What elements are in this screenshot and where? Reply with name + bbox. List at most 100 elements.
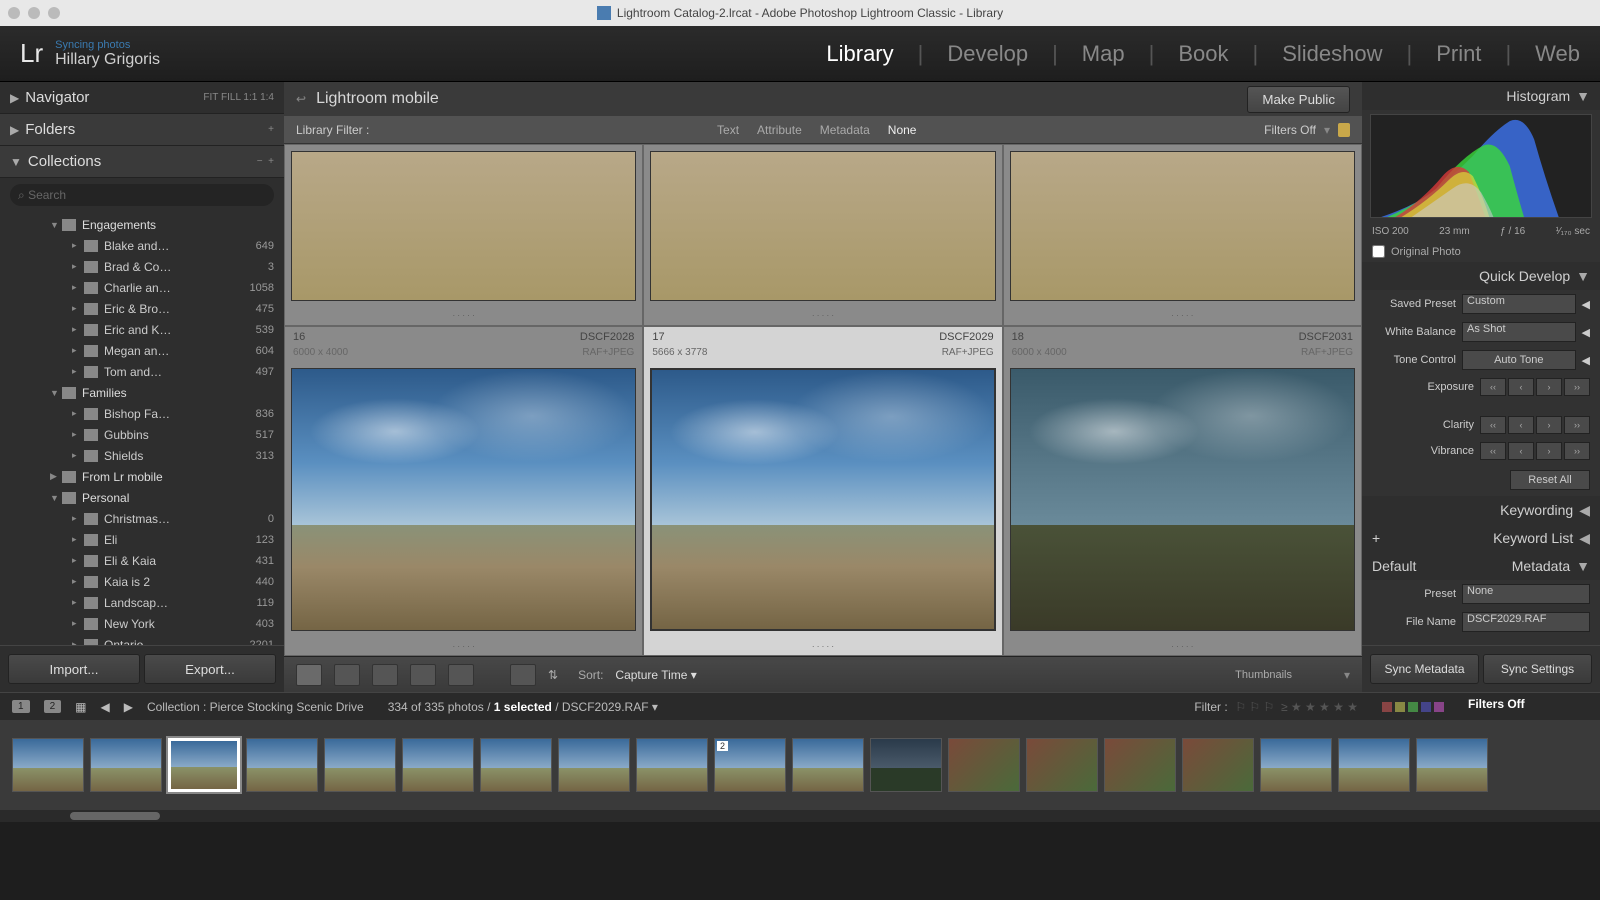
collapse-icon[interactable]: ◀ [1582, 326, 1590, 339]
filmstrip-thumb[interactable] [636, 738, 708, 792]
histogram[interactable] [1370, 114, 1592, 218]
filmstrip-thumb[interactable] [1182, 738, 1254, 792]
tree-item[interactable]: ▸Charlie an…1058 [0, 277, 284, 298]
filter-stars[interactable]: Filter : ⚐ ⚐ ⚐ ≥ ★ ★ ★ ★ ★ [1193, 700, 1358, 714]
compare-view-icon[interactable] [372, 664, 398, 686]
auto-tone-button[interactable]: Auto Tone [1462, 350, 1576, 370]
module-library[interactable]: Library [826, 41, 893, 67]
color-labels[interactable] [1382, 702, 1444, 712]
filmstrip-thumb[interactable] [1026, 738, 1098, 792]
sort-dropdown[interactable]: Capture Time ▾ [615, 668, 696, 682]
filmstrip-thumb[interactable] [12, 738, 84, 792]
tree-item[interactable]: ▸Gubbins517 [0, 424, 284, 445]
plus-icon[interactable]: + [268, 156, 274, 167]
user-name[interactable]: Hillary Grigoris [55, 51, 160, 69]
tree-item[interactable]: ▸Christmas…0 [0, 508, 284, 529]
metadata-header[interactable]: DefaultMetadata▼ [1362, 552, 1600, 580]
tree-item[interactable]: ▸Tom and…497 [0, 361, 284, 382]
preset-select[interactable]: Custom [1462, 294, 1576, 314]
tree-item[interactable]: ▼Engagements [0, 214, 284, 235]
filter-tab-metadata[interactable]: Metadata [820, 123, 870, 137]
grid-cell[interactable]: 17DSCF20295666 x 3778RAF+JPEG· · · · · [643, 326, 1002, 656]
grid-cell[interactable]: 16DSCF20286000 x 4000RAF+JPEG· · · · · [284, 326, 643, 656]
filmstrip-thumb[interactable] [1104, 738, 1176, 792]
collapse-icon[interactable]: ◀ [1582, 354, 1590, 367]
filmstrip-scrollbar[interactable] [0, 810, 1600, 822]
tree-item[interactable]: ▸Shields313 [0, 445, 284, 466]
chevron-down-icon[interactable]: ▾ [1324, 123, 1330, 137]
window-badge[interactable]: 1 [12, 700, 30, 713]
prev-icon[interactable]: ◀ [100, 700, 109, 714]
tree-item[interactable]: ▸Eric & Bro…475 [0, 298, 284, 319]
sort-icon[interactable]: ⇅ [548, 668, 558, 682]
reset-all-button[interactable]: Reset All [1510, 470, 1590, 490]
sync-settings-button[interactable]: Sync Settings [1483, 654, 1592, 684]
make-public-button[interactable]: Make Public [1247, 86, 1350, 113]
tree-item[interactable]: ▸New York403 [0, 613, 284, 634]
module-slideshow[interactable]: Slideshow [1282, 41, 1382, 67]
filter-tab-attribute[interactable]: Attribute [757, 123, 802, 137]
exposure-steppers[interactable]: ‹‹‹››› [1480, 378, 1590, 396]
filmstrip-thumb[interactable] [402, 738, 474, 792]
tree-item[interactable]: ▸Brad & Co…3 [0, 256, 284, 277]
filter-tab-text[interactable]: Text [717, 123, 739, 137]
wb-select[interactable]: As Shot [1462, 322, 1576, 342]
tree-item[interactable]: ▸Megan an…604 [0, 340, 284, 361]
loupe-view-icon[interactable] [334, 664, 360, 686]
filmstrip-thumb[interactable] [246, 738, 318, 792]
metadata-preset-select[interactable]: None [1462, 584, 1590, 604]
grid-cell[interactable]: · · · · · [284, 144, 643, 326]
sync-metadata-button[interactable]: Sync Metadata [1370, 654, 1479, 684]
filename-field[interactable]: DSCF2029.RAF [1462, 612, 1590, 632]
tree-item[interactable]: ▸Ontario2201 [0, 634, 284, 645]
export-button[interactable]: Export... [144, 654, 276, 684]
filmstrip-thumb[interactable] [324, 738, 396, 792]
tree-item[interactable]: ▸Eli123 [0, 529, 284, 550]
filmstrip-thumb[interactable] [948, 738, 1020, 792]
breadcrumb[interactable]: Lightroom mobile [316, 90, 439, 107]
filmstrip-thumb[interactable] [1416, 738, 1488, 792]
keywording-header[interactable]: Keywording◀ [1362, 496, 1600, 524]
next-icon[interactable]: ▶ [124, 700, 133, 714]
metadata-set-select[interactable]: Default [1372, 558, 1442, 574]
filter-tab-none[interactable]: None [888, 123, 917, 137]
filmstrip-thumb[interactable] [558, 738, 630, 792]
tree-item[interactable]: ▸Blake and…649 [0, 235, 284, 256]
survey-view-icon[interactable] [410, 664, 436, 686]
original-photo-toggle[interactable]: Original Photo [1362, 241, 1600, 262]
tree-item[interactable]: ▸Eric and K…539 [0, 319, 284, 340]
module-print[interactable]: Print [1436, 41, 1481, 67]
module-book[interactable]: Book [1178, 41, 1228, 67]
import-button[interactable]: Import... [8, 654, 140, 684]
tree-item[interactable]: ▸Eli & Kaia431 [0, 550, 284, 571]
navigator-header[interactable]: ▶Navigator FIT FILL 1:1 1:4 [0, 82, 284, 114]
tree-item[interactable]: ▼Personal [0, 487, 284, 508]
collection-path[interactable]: Collection : Pierce Stocking Scenic Driv… [147, 700, 364, 714]
grid-icon[interactable]: ▦ [75, 700, 86, 714]
navigator-zoom-opts[interactable]: FIT FILL 1:1 1:4 [203, 92, 274, 103]
clarity-steppers[interactable]: ‹‹‹››› [1480, 416, 1590, 434]
tree-item[interactable]: ▸Kaia is 2440 [0, 571, 284, 592]
tree-item[interactable]: ▶From Lr mobile [0, 466, 284, 487]
filmstrip-thumb[interactable] [1338, 738, 1410, 792]
folders-header[interactable]: ▶Folders + [0, 114, 284, 146]
filmstrip-thumb[interactable] [168, 738, 240, 792]
tree-item[interactable]: ▼Families [0, 382, 284, 403]
quick-develop-header[interactable]: Quick Develop▼ [1362, 262, 1600, 290]
grid-cell[interactable]: · · · · · [643, 144, 1002, 326]
filmstrip-thumb[interactable] [870, 738, 942, 792]
lock-icon[interactable] [1338, 123, 1350, 137]
module-web[interactable]: Web [1535, 41, 1580, 67]
module-develop[interactable]: Develop [947, 41, 1028, 67]
tree-item[interactable]: ▸Landscap…119 [0, 592, 284, 613]
keyword-list-header[interactable]: +Keyword List◀ [1362, 524, 1600, 552]
filters-off-label[interactable]: Filters Off [1264, 123, 1316, 137]
grid-view-icon[interactable] [296, 664, 322, 686]
painter-icon[interactable] [510, 664, 536, 686]
filmstrip-thumb[interactable] [792, 738, 864, 792]
back-icon[interactable]: ↩ [296, 92, 306, 106]
filmstrip-thumb[interactable] [480, 738, 552, 792]
collections-header[interactable]: ▼Collections − + [0, 146, 284, 178]
grid-cell[interactable]: 18DSCF20316000 x 4000RAF+JPEG· · · · · [1003, 326, 1362, 656]
filters-dropdown[interactable]: Filters Off [1468, 697, 1588, 717]
